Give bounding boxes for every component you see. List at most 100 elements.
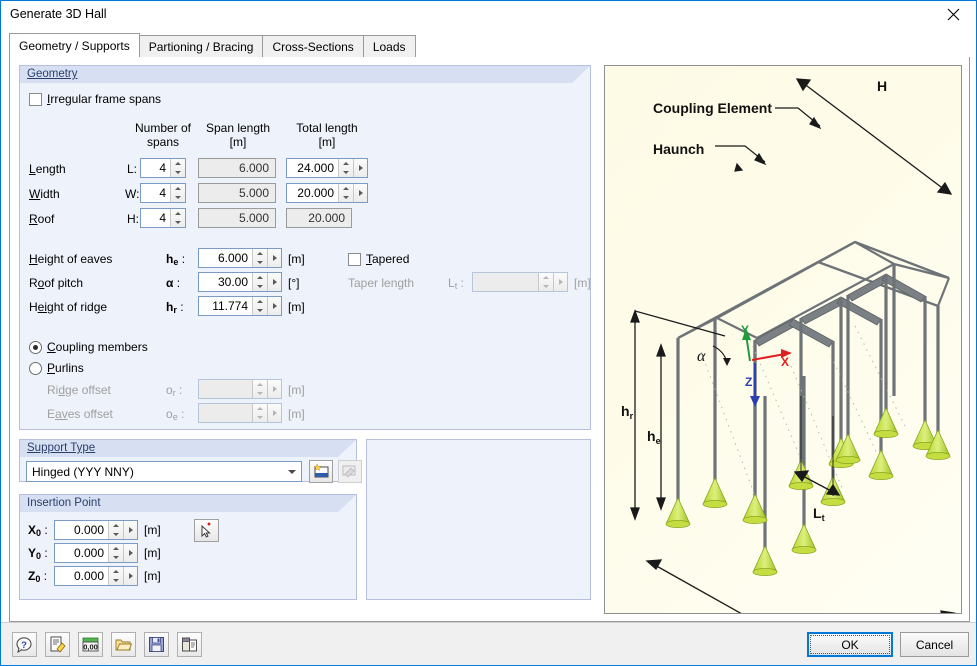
diagram-label-h-ridge: hr [621, 403, 634, 421]
width-total-spinner[interactable] [338, 184, 353, 202]
window-title: Generate 3D Hall [10, 7, 107, 21]
new-support-icon[interactable] [309, 460, 333, 483]
height-of-eaves-unit: [m] [288, 252, 305, 266]
width-total-more-button[interactable] [353, 184, 367, 202]
insertion-x-spinner[interactable] [108, 521, 123, 539]
length-total-input[interactable]: 24.000 [286, 158, 368, 178]
close-icon[interactable] [930, 1, 976, 28]
width-total-input[interactable]: 20.000 [286, 183, 368, 203]
help-button[interactable]: ? [12, 632, 37, 657]
height-of-ridge-more-button[interactable] [267, 297, 281, 315]
roof-spans-input[interactable]: 4 [140, 208, 186, 228]
open-folder-icon [115, 639, 132, 651]
cancel-button[interactable]: Cancel [900, 632, 969, 657]
ridge-offset-value [199, 380, 252, 398]
ridge-offset-label: Ridge offset [47, 383, 111, 397]
length-spans-spinner[interactable] [170, 159, 185, 177]
length-span-length-value: 6.000 [238, 161, 269, 175]
eaves-offset-spinner [252, 404, 267, 422]
geometry-group: Geometry IIrregular frame spansrregular … [19, 65, 591, 430]
roof-pitch-symbol: α : [166, 276, 181, 290]
taper-length-label: Taper length [348, 276, 415, 290]
width-spans-value: 4 [159, 186, 166, 200]
support-type-group: Support Type Hinged (YYY NNY) [19, 439, 362, 483]
width-spans-spinner[interactable] [170, 184, 185, 202]
generate-3d-hall-dialog: Generate 3D Hall Geometry / Supports Par… [0, 0, 977, 666]
units-icon: 0,00 [82, 637, 99, 652]
taper-length-input [472, 272, 568, 292]
diagram-label-haunch: Haunch [653, 141, 704, 157]
help-icon: ? [16, 637, 32, 653]
insertion-y-input[interactable]: 0.000 [54, 543, 138, 563]
roof-total-value: 20.000 [308, 211, 345, 225]
width-span-length-input: 5.000 [198, 183, 276, 203]
ok-button[interactable]: OK [807, 632, 893, 657]
tapered-label: Tapered [366, 252, 410, 266]
details-button[interactable] [177, 632, 202, 657]
coupling-members-label: Coupling members [47, 340, 148, 354]
roof-pitch-spinner[interactable] [252, 273, 267, 291]
pick-point-icon[interactable] [194, 519, 219, 542]
diagram-label-alpha: α [697, 348, 706, 365]
height-of-ridge-input[interactable]: 11.774 [198, 296, 282, 316]
insertion-z-more-button[interactable] [123, 567, 137, 585]
insertion-x-value: 0.000 [73, 523, 104, 537]
roof-pitch-label: Roof pitch [29, 276, 84, 290]
purlins-label: Purlins [47, 361, 84, 375]
row-label-length: Length [29, 162, 66, 176]
save-button[interactable] [144, 632, 169, 657]
ridge-offset-unit: [m] [288, 383, 305, 397]
insertion-y-more-button[interactable] [123, 544, 137, 562]
height-of-ridge-spinner[interactable] [252, 297, 267, 315]
svg-text:0,00: 0,00 [83, 643, 98, 652]
roof-spans-spinner[interactable] [170, 209, 185, 227]
row-symbol-length: L: [127, 162, 138, 176]
insertion-y-spinner[interactable] [108, 544, 123, 562]
support-type-select[interactable]: Hinged (YYY NNY) [26, 461, 302, 482]
height-of-eaves-symbol: he : [166, 252, 186, 267]
height-of-ridge-symbol: hr : [166, 300, 184, 315]
height-of-eaves-value: 6.000 [217, 251, 248, 265]
height-of-eaves-input[interactable]: 6.000 [198, 248, 282, 268]
insertion-z-input[interactable]: 0.000 [54, 566, 138, 586]
insertion-point-group: Insertion Point X0 : 0.000 [m] Y0 : 0.00… [19, 494, 357, 600]
support-cone-group [665, 407, 951, 576]
purlins-radio[interactable] [29, 362, 42, 375]
tab-cross-sections[interactable]: Cross-Sections [262, 35, 364, 57]
roof-pitch-input[interactable]: 30.00 [198, 272, 282, 292]
insertion-z-spinner[interactable] [108, 567, 123, 585]
roof-total-input: 20.000 [286, 208, 352, 228]
length-spans-input[interactable]: 4 [140, 158, 186, 178]
support-type-selected-value: Hinged (YYY NNY) [32, 464, 134, 479]
edit-support-icon [338, 460, 362, 483]
insertion-x-label: X0 : [28, 523, 48, 538]
comment-button[interactable] [45, 632, 70, 657]
length-total-more-button[interactable] [353, 159, 367, 177]
open-button[interactable] [111, 632, 136, 657]
height-of-eaves-spinner[interactable] [252, 249, 267, 267]
height-of-ridge-value: 11.774 [212, 299, 248, 313]
height-of-eaves-more-button[interactable] [267, 249, 281, 267]
tab-loads[interactable]: Loads [362, 35, 416, 57]
diagram-label-coupling-element: Coupling Element [653, 100, 772, 116]
tab-partioning-bracing[interactable]: Partioning / Bracing [138, 35, 264, 57]
eaves-offset-input [198, 403, 282, 423]
insertion-x-more-button[interactable] [123, 521, 137, 539]
roof-span-length-input: 5.000 [198, 208, 276, 228]
units-button[interactable]: 0,00 [78, 632, 103, 657]
roof-pitch-more-button[interactable] [267, 273, 281, 291]
length-total-spinner[interactable] [338, 159, 353, 177]
tab-geometry-supports[interactable]: Geometry / Supports [9, 33, 140, 57]
tapered-checkbox[interactable] [348, 253, 361, 266]
insertion-y-value: 0.000 [73, 546, 104, 560]
coupling-members-radio[interactable] [29, 341, 42, 354]
insertion-x-input[interactable]: 0.000 [54, 520, 138, 540]
width-spans-input[interactable]: 4 [140, 183, 186, 203]
ok-button-label: OK [810, 635, 890, 654]
row-symbol-roof: H: [127, 212, 139, 226]
irregular-frame-spans-checkbox[interactable] [29, 93, 42, 106]
length-total-value: 24.000 [297, 161, 334, 175]
ridge-offset-symbol: or : [166, 383, 183, 398]
ridge-offset-spinner [252, 380, 267, 398]
chevron-down-icon[interactable] [283, 470, 301, 474]
